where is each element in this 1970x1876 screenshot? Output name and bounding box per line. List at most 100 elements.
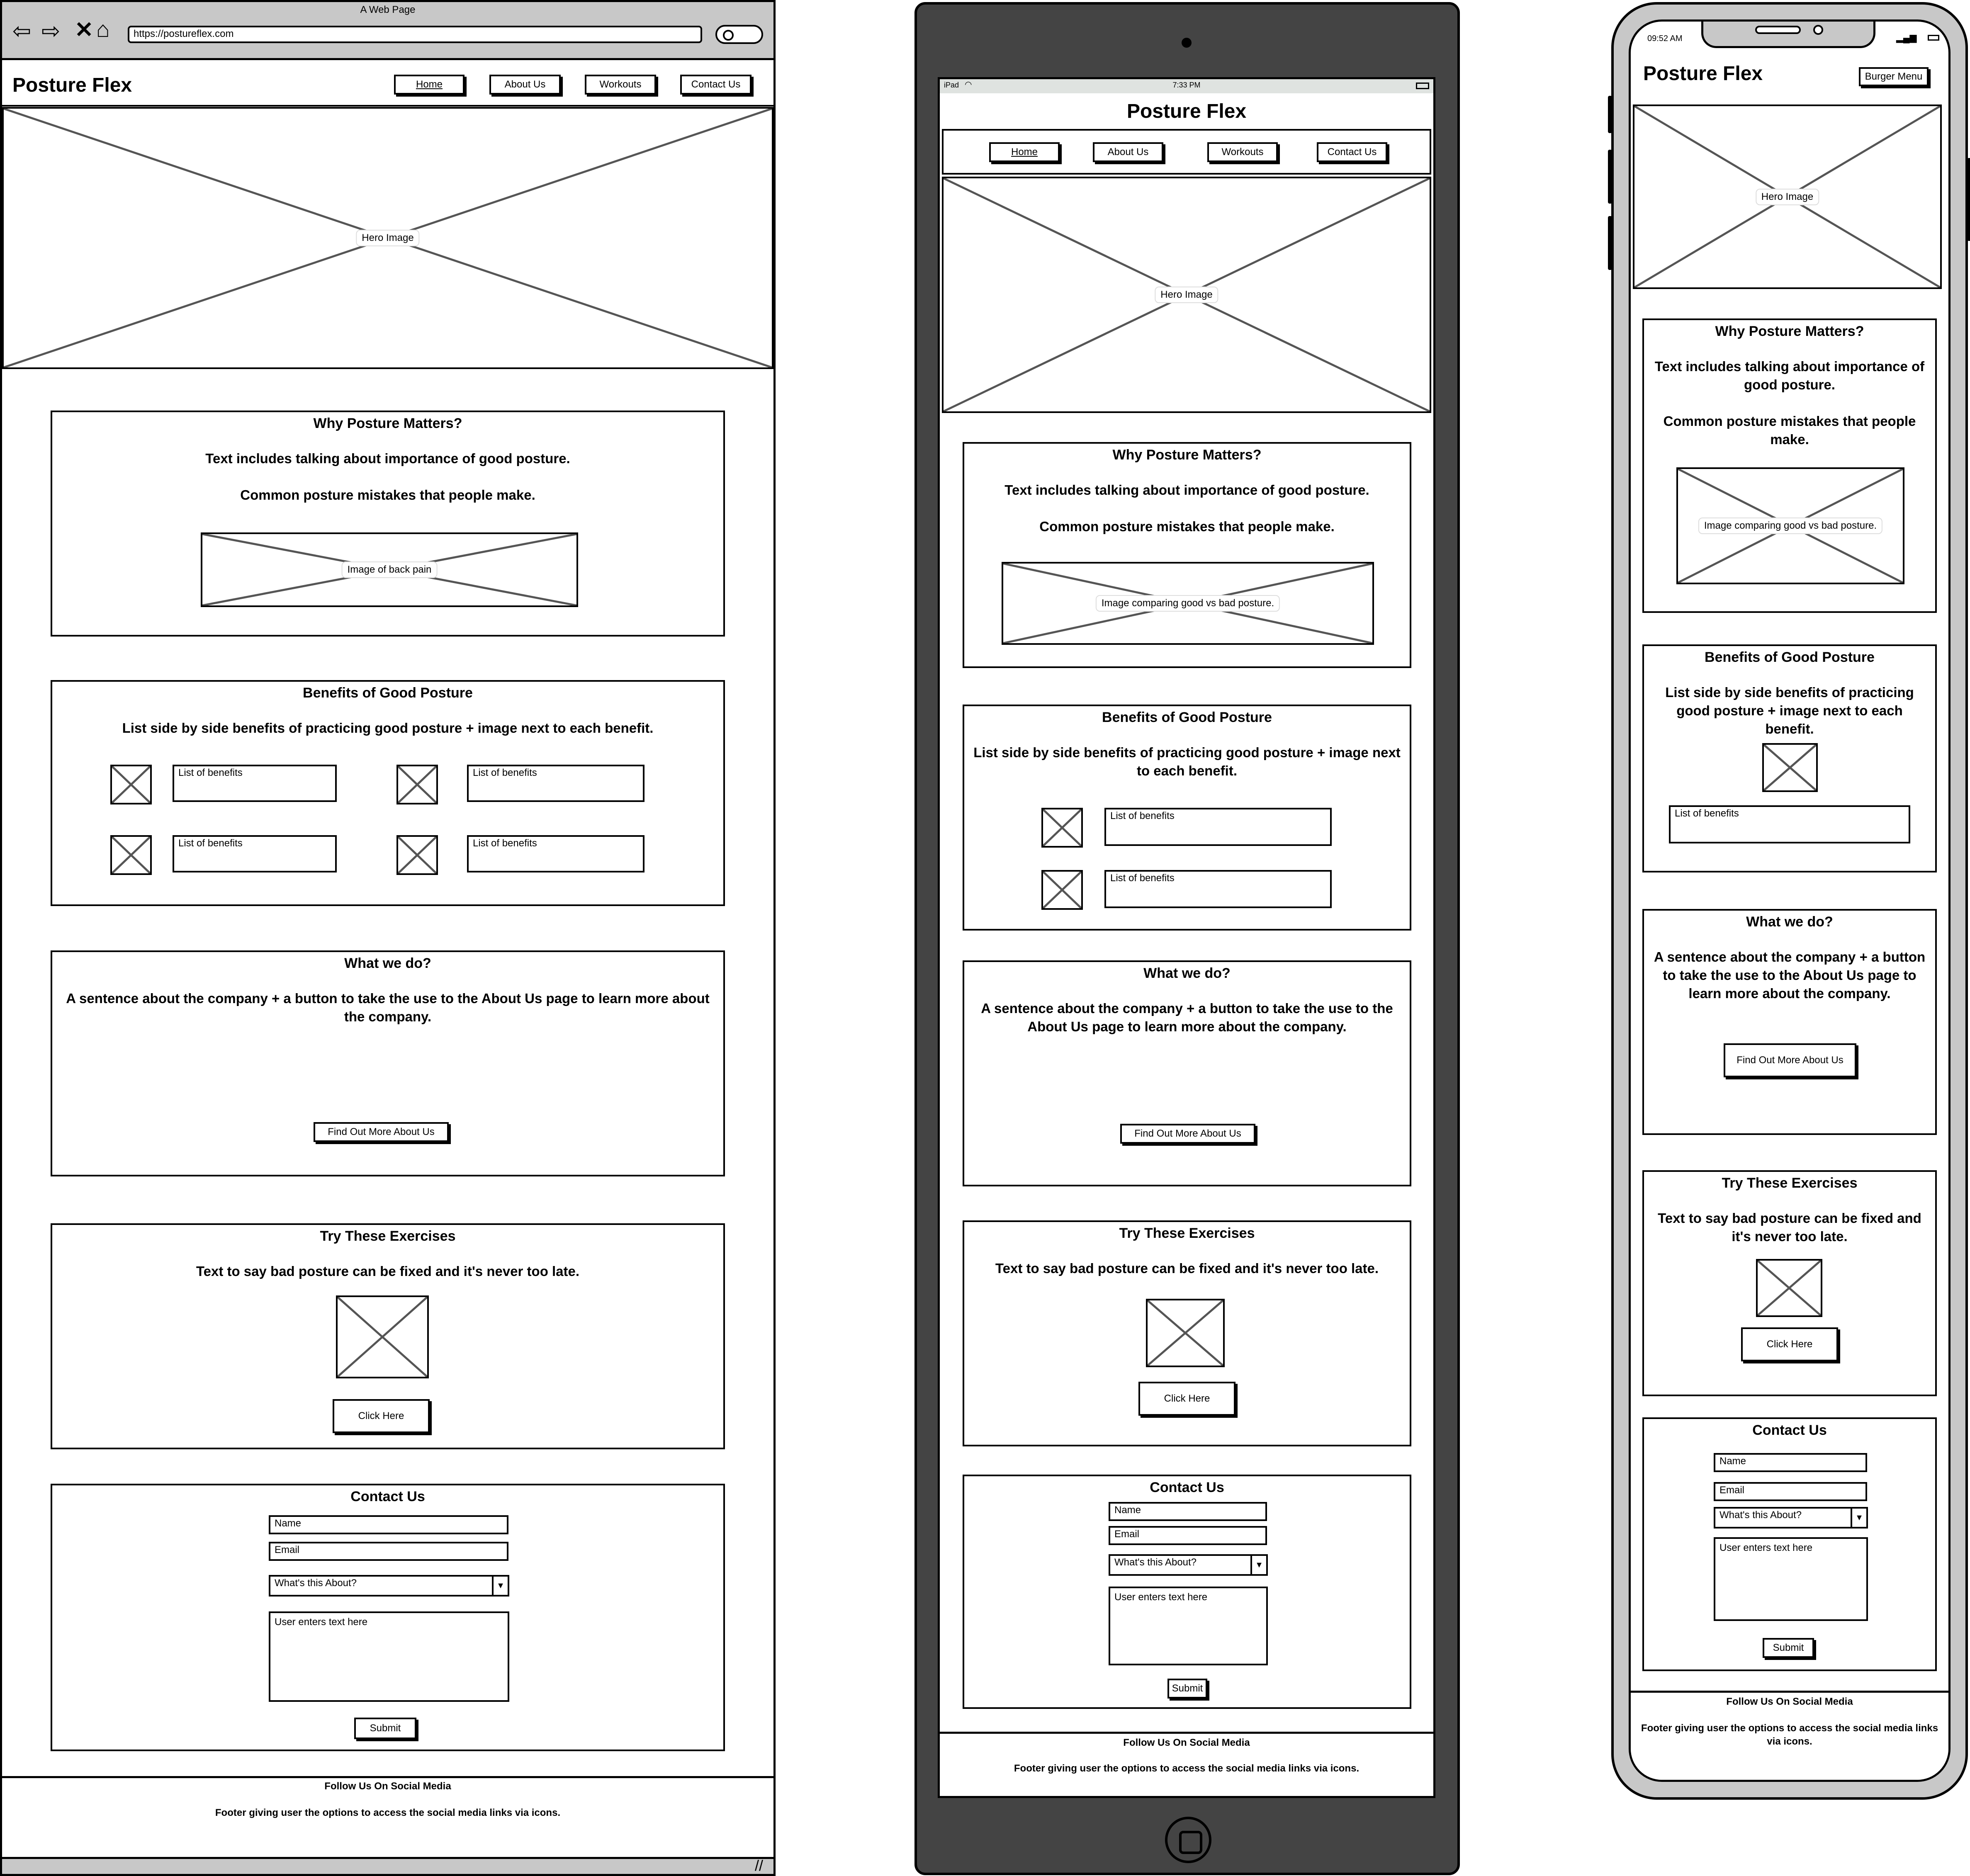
home-icon[interactable]: ⌂ (96, 18, 110, 41)
phone-screen: 09:52 AM ▂▄▆ Posture Flex Burger Menu He… (1629, 19, 1951, 1782)
back-pain-image: Image of back pain (201, 532, 578, 607)
power-button (1967, 158, 1970, 241)
what-title: What we do? (344, 955, 431, 971)
name-field[interactable]: Name (1109, 1502, 1267, 1521)
why-title: Why Posture Matters? (1112, 447, 1262, 463)
battery-icon (1928, 35, 1939, 41)
dropdown-arrow-icon[interactable]: ▼ (492, 1577, 508, 1595)
find-out-more-button[interactable]: Find Out More About Us (314, 1122, 449, 1142)
exercise-image (1146, 1299, 1225, 1367)
dropdown-arrow-icon[interactable]: ▼ (1851, 1509, 1866, 1527)
what-text: A sentence about the company + a button … (66, 991, 710, 1024)
email-field[interactable]: Email (1714, 1482, 1867, 1501)
why-title: Why Posture Matters? (1715, 323, 1864, 339)
exercise-image (336, 1295, 429, 1378)
url-bar[interactable]: https://postureflex.com (128, 26, 702, 43)
what-section: What we do? A sentence about the company… (51, 950, 725, 1176)
benefit-list: List of benefits (1669, 805, 1910, 843)
back-arrow-icon[interactable]: ⇦ (12, 20, 31, 42)
message-textarea[interactable]: User enters text here (269, 1611, 509, 1702)
name-field[interactable]: Name (269, 1515, 508, 1534)
message-textarea[interactable]: User enters text here (1714, 1537, 1868, 1621)
footer-text: Footer giving user the options to access… (1641, 1723, 1938, 1747)
contact-section: Contact Us Name Email What's this About?… (1642, 1417, 1937, 1671)
benefits-section: Benefits of Good Posture List side by si… (963, 705, 1411, 931)
brand-logo[interactable]: Posture Flex (12, 74, 132, 97)
benefit-list: List of benefits (1104, 870, 1332, 908)
signal-icon: ▂▄▆ (1896, 32, 1917, 43)
click-here-button[interactable]: Click Here (333, 1399, 430, 1433)
click-here-button[interactable]: Click Here (1741, 1327, 1838, 1361)
phone-wireframe: 09:52 AM ▂▄▆ Posture Flex Burger Menu He… (1608, 2, 1970, 1800)
nav-home-label: Home (416, 79, 443, 90)
submit-button[interactable]: Submit (1763, 1638, 1814, 1658)
subject-select-value: What's this About? (1719, 1509, 1802, 1521)
footer: Follow Us On Social Media Footer giving … (940, 1732, 1433, 1796)
contact-title: Contact Us (350, 1489, 425, 1504)
exercises-title: Try These Exercises (1722, 1175, 1858, 1191)
search-icon[interactable] (715, 25, 763, 44)
why-text-1: Text includes talking about importance o… (1004, 482, 1369, 498)
scrollbar[interactable] (2, 1859, 773, 1874)
close-icon[interactable]: ✕ (75, 17, 93, 42)
posture-comparison-image: Image comparing good vs bad posture. (1002, 562, 1374, 645)
hero-image-label: Hero Image (1155, 287, 1218, 303)
nav-workouts-button[interactable]: Workouts (585, 75, 656, 95)
nav-contact-button[interactable]: Contact Us (1317, 142, 1387, 162)
click-here-button[interactable]: Click Here (1138, 1382, 1236, 1416)
nav-about-label: About Us (1107, 146, 1149, 158)
nav-bar: Home About Us Workouts Contact Us (942, 129, 1431, 175)
benefits-section: Benefits of Good Posture List side by si… (1642, 644, 1937, 872)
nav-home-button[interactable]: Home (394, 75, 465, 95)
exercises-text: Text to say bad posture can be fixed and… (1658, 1210, 1921, 1244)
exercises-text: Text to say bad posture can be fixed and… (196, 1264, 580, 1279)
desktop-wireframe: A Web Page ⇦ ⇨ ✕ ⌂ https://postureflex.c… (0, 0, 776, 1876)
email-field[interactable]: Email (269, 1542, 508, 1561)
brand-logo[interactable]: Posture Flex (1643, 62, 1763, 85)
footer: Follow Us On Social Media Footer giving … (1631, 1691, 1948, 1780)
benefit-image (396, 835, 438, 875)
why-text-2: Common posture mistakes that people make… (1663, 413, 1916, 447)
contact-title: Contact Us (1150, 1480, 1224, 1495)
exercises-section: Try These Exercises Text to say bad post… (51, 1223, 725, 1449)
forward-arrow-icon[interactable]: ⇨ (41, 20, 60, 42)
subject-select[interactable]: What's this About? ▼ (269, 1575, 509, 1597)
subject-select[interactable]: What's this About? ▼ (1109, 1554, 1268, 1576)
contact-section: Contact Us Name Email What's this About?… (963, 1475, 1411, 1709)
exercises-section: Try These Exercises Text to say bad post… (963, 1220, 1411, 1446)
email-field[interactable]: Email (1109, 1526, 1267, 1545)
name-field[interactable]: Name (1714, 1453, 1867, 1472)
what-text: A sentence about the company + a button … (1654, 949, 1926, 1001)
nav-home-button[interactable]: Home (989, 142, 1060, 162)
nav-about-button[interactable]: About Us (489, 75, 561, 95)
find-out-more-button[interactable]: Find Out More About Us (1724, 1043, 1856, 1077)
home-button-icon[interactable] (1165, 1817, 1211, 1863)
resize-grip-icon[interactable]: // (755, 1857, 763, 1874)
nav-workouts-button[interactable]: Workouts (1207, 142, 1278, 162)
submit-button[interactable]: Submit (1167, 1679, 1207, 1699)
hero-image-label: Hero Image (356, 230, 420, 246)
submit-button[interactable]: Submit (354, 1718, 416, 1739)
speaker (1755, 26, 1801, 34)
nav-about-label: About Us (504, 79, 546, 90)
subject-select[interactable]: What's this About? ▼ (1714, 1507, 1868, 1529)
benefit-image (1762, 743, 1818, 792)
nav-contact-button[interactable]: Contact Us (680, 75, 752, 95)
message-textarea[interactable]: User enters text here (1109, 1587, 1268, 1665)
benefits-text: List side by side benefits of practicing… (122, 720, 654, 736)
hero-image: Hero Image (2, 107, 773, 369)
benefit-list: List of benefits (173, 835, 337, 872)
brand-logo[interactable]: Posture Flex (940, 100, 1433, 123)
what-title: What we do? (1143, 965, 1231, 981)
dropdown-arrow-icon[interactable]: ▼ (1250, 1556, 1266, 1574)
posture-comparison-image: Image comparing good vs bad posture. (1676, 467, 1904, 584)
why-text-1: Text includes talking about importance o… (205, 451, 570, 466)
burger-menu-button[interactable]: Burger Menu (1859, 67, 1929, 86)
find-out-more-button[interactable]: Find Out More About Us (1120, 1124, 1255, 1144)
back-pain-image-label: Image of back pain (341, 561, 438, 578)
nav-about-button[interactable]: About Us (1093, 142, 1163, 162)
hero-image-label: Hero Image (1755, 188, 1819, 205)
tablet-wireframe: iPad ◠ 7:33 PM Posture Flex Home About U… (914, 2, 1460, 1875)
benefits-title: Benefits of Good Posture (303, 685, 473, 701)
why-text-1: Text includes talking about importance o… (1654, 359, 1925, 392)
